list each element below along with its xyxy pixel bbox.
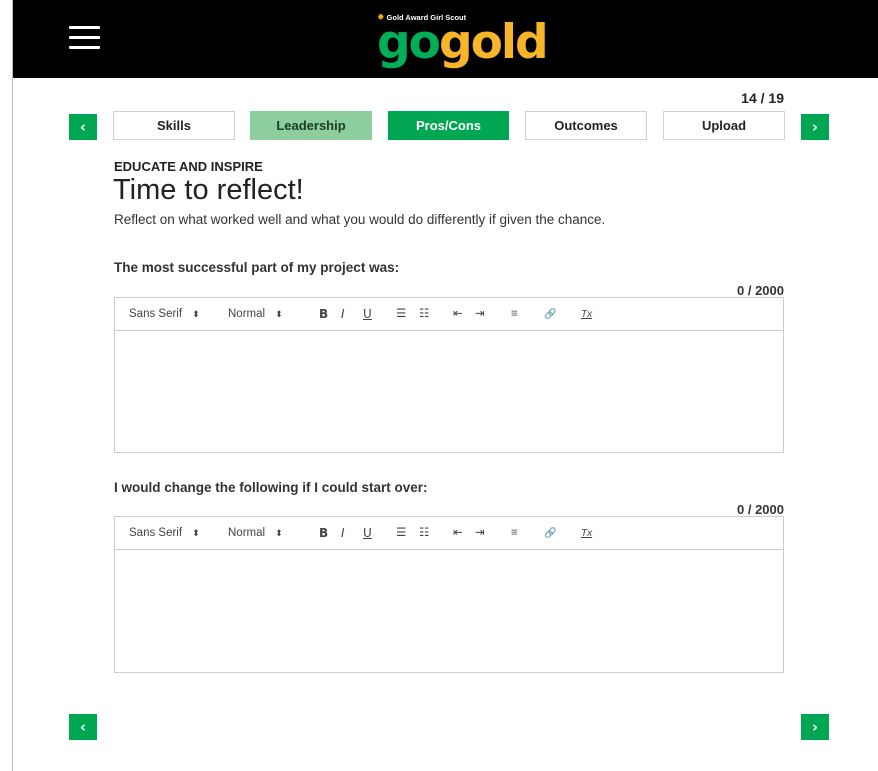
link-icon[interactable]: 🔗 [544,298,556,331]
logo-wordmark: gogold [377,15,549,70]
underline-button[interactable]: U [363,298,372,331]
tab-skills[interactable]: Skills [113,111,235,140]
tab-pros-cons[interactable]: Pros/Cons [388,111,509,140]
intro-text: Reflect on what worked well and what you… [114,212,606,227]
select-arrow-icon: ⬍ [275,309,283,319]
bold-button[interactable]: B [319,517,328,550]
link-icon[interactable]: 🔗 [544,517,556,550]
char-count-1: 0 / 2000 [737,283,784,298]
bold-button[interactable]: B [319,298,328,331]
previous-page-button[interactable]: ‹ [69,714,97,740]
page-title: Time to reflect! [113,174,304,206]
tab-upload[interactable]: Upload [663,111,785,140]
align-icon[interactable]: ≡ [511,517,518,550]
question-label-successful: The most successful part of my project w… [114,260,400,275]
tab-leadership[interactable]: Leadership [250,111,372,140]
step-counter: 14 / 19 [741,90,784,106]
editor-toolbar-1: Sans Serif ⬍ Normal ⬍ B I U ☰ ☷ ⇤ ⇥ ≡ 🔗 Tx [115,298,783,331]
font-family-select[interactable]: Sans Serif ⬍ [129,517,200,550]
rich-text-editor-1: Sans Serif ⬍ Normal ⬍ B I U ☰ ☷ ⇤ ⇥ ≡ 🔗 Tx [114,297,784,453]
font-size-select[interactable]: Normal ⬍ [228,517,283,550]
tab-outcomes[interactable]: Outcomes [525,111,647,140]
previous-step-button[interactable]: ‹ [69,114,97,140]
align-icon[interactable]: ≡ [511,298,518,331]
app-frame: ✸ Gold Award Girl Scout gogold 14 / 19 ‹ … [12,0,878,771]
bullet-list-icon[interactable]: ☷ [419,517,429,550]
outdent-icon[interactable]: ⇤ [453,298,463,331]
indent-icon[interactable]: ⇥ [475,298,485,331]
font-size-select[interactable]: Normal ⬍ [228,298,283,331]
bullet-list-icon[interactable]: ☷ [419,298,429,331]
ordered-list-icon[interactable]: ☰ [396,298,406,331]
underline-button[interactable]: U [363,517,372,550]
editor-text-area-2[interactable] [115,550,783,671]
font-family-select[interactable]: Sans Serif ⬍ [129,298,200,331]
indent-icon[interactable]: ⇥ [475,517,485,550]
select-arrow-icon: ⬍ [192,309,200,319]
select-arrow-icon: ⬍ [275,528,283,538]
rich-text-editor-2: Sans Serif ⬍ Normal ⬍ B I U ☰ ☷ ⇤ ⇥ ≡ 🔗 Tx [114,516,784,673]
char-count-2: 0 / 2000 [737,502,784,517]
top-bar: ✸ Gold Award Girl Scout gogold [13,0,878,78]
editor-toolbar-2: Sans Serif ⬍ Normal ⬍ B I U ☰ ☷ ⇤ ⇥ ≡ 🔗 Tx [115,517,783,550]
chevron-right-icon: › [811,118,819,136]
chevron-right-icon: › [811,718,819,736]
italic-button[interactable]: I [341,517,345,550]
step-tabs: Skills Leadership Pros/Cons Outcomes Upl… [113,111,785,140]
clear-format-icon[interactable]: Tx [581,298,592,331]
next-page-button[interactable]: › [801,714,829,740]
gogold-logo: ✸ Gold Award Girl Scout gogold [377,12,549,70]
section-kicker: EDUCATE AND INSPIRE [114,159,263,174]
editor-text-area-1[interactable] [115,331,783,452]
select-arrow-icon: ⬍ [192,528,200,538]
outdent-icon[interactable]: ⇤ [453,517,463,550]
ordered-list-icon[interactable]: ☰ [396,517,406,550]
chevron-left-icon: ‹ [79,718,87,736]
clear-format-icon[interactable]: Tx [581,517,592,550]
question-label-change: I would change the following if I could … [114,480,428,495]
italic-button[interactable]: I [341,298,345,331]
chevron-left-icon: ‹ [79,118,87,136]
hamburger-menu-icon[interactable] [69,25,100,51]
next-step-button[interactable]: › [801,114,829,140]
